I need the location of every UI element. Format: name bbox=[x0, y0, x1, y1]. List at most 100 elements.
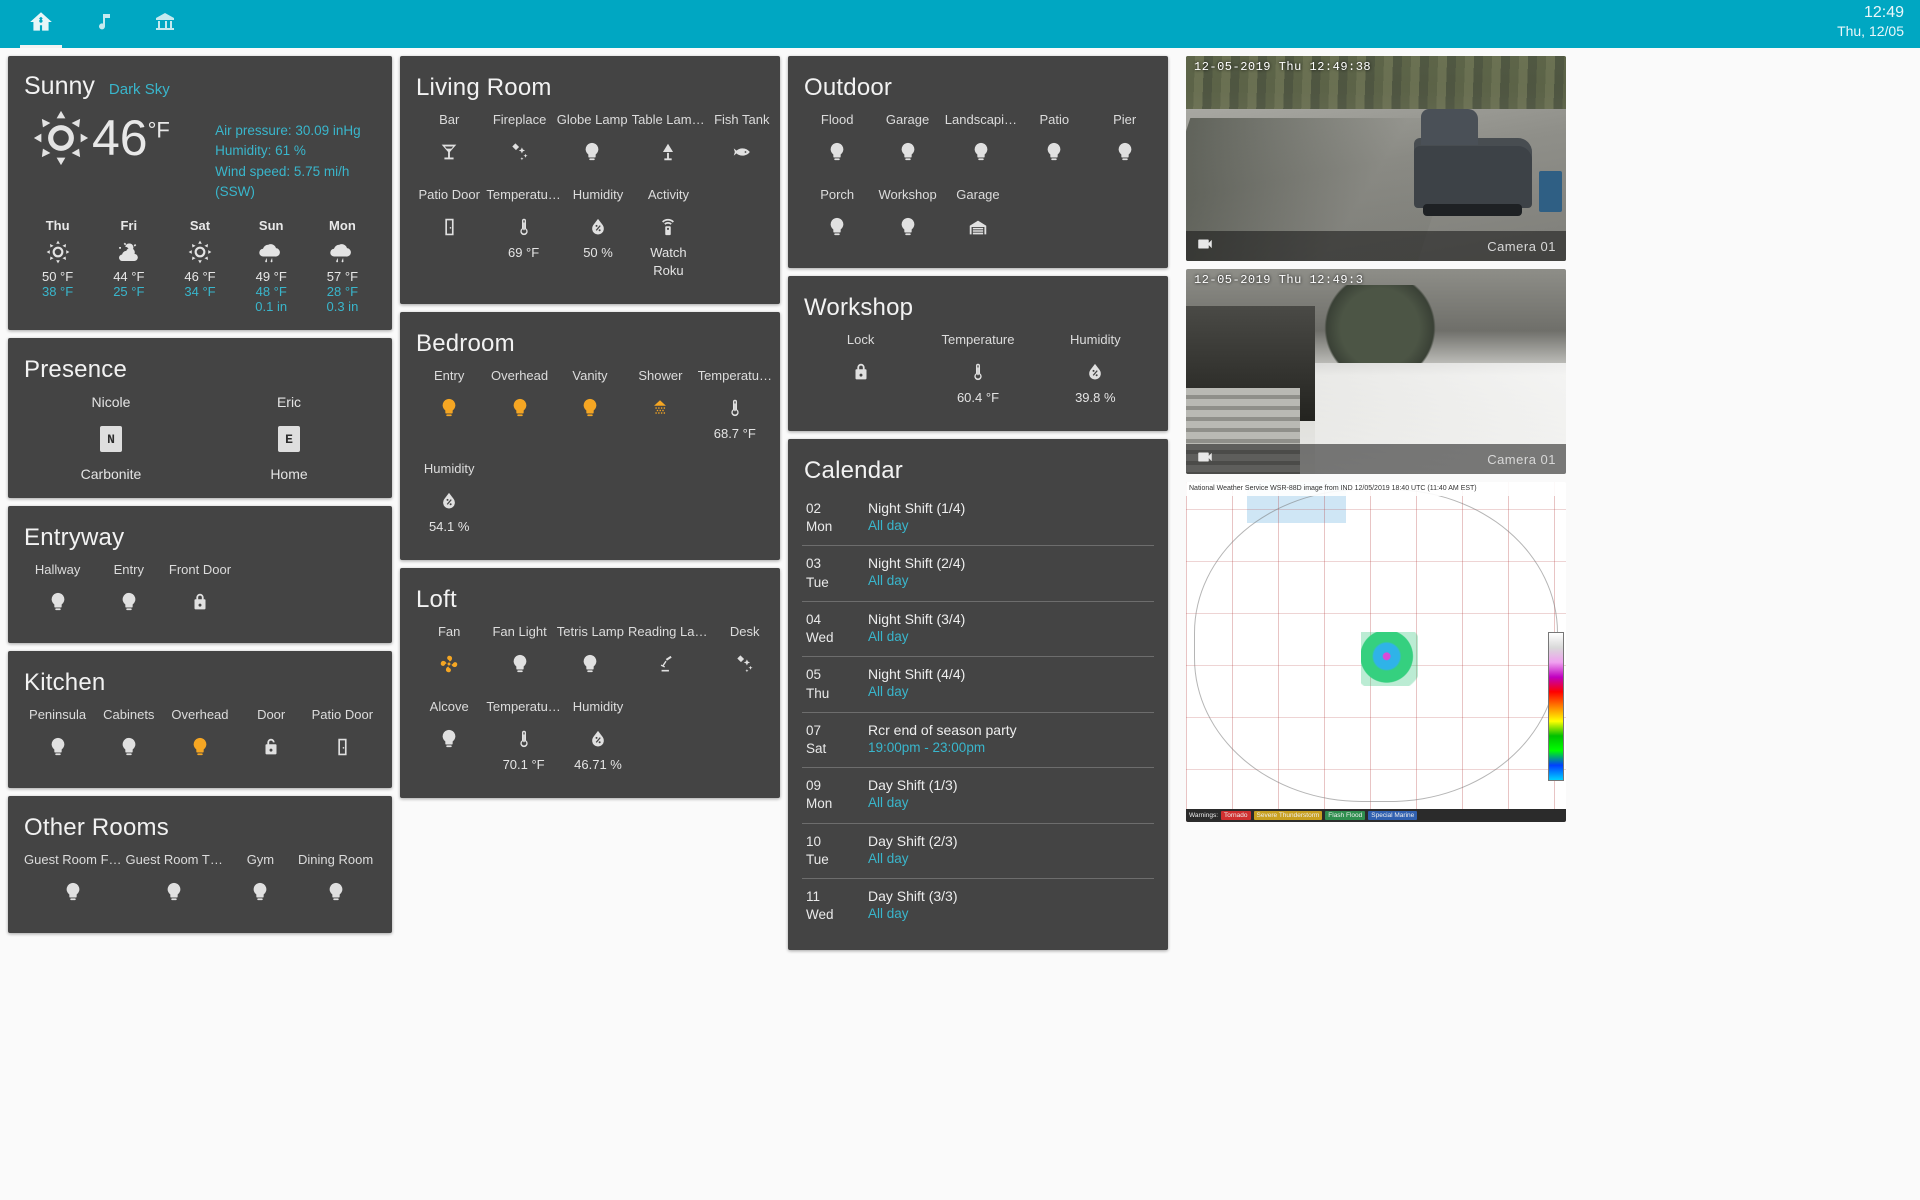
tab-home[interactable] bbox=[10, 0, 72, 48]
camera-feed-2[interactable]: 12-05-2019 Thu 12:49:3 Camera 01 bbox=[1186, 269, 1566, 474]
lightbulb-icon[interactable] bbox=[486, 391, 552, 425]
entity-globe-lamp[interactable]: Globe Lamp bbox=[555, 108, 630, 177]
desk-lamp-icon[interactable] bbox=[628, 647, 708, 681]
lightbulb-icon[interactable] bbox=[24, 875, 122, 909]
entity-desk[interactable]: Desk bbox=[709, 620, 779, 689]
entity-patio-door[interactable]: Patio Door bbox=[307, 703, 378, 772]
thermometer-icon[interactable] bbox=[486, 210, 560, 244]
entity-overhead[interactable]: Overhead bbox=[164, 703, 235, 772]
calendar-event[interactable]: 11 Wed Day Shift (3/3) All day bbox=[802, 879, 1154, 933]
entity-overhead[interactable]: Overhead bbox=[484, 364, 554, 451]
lightbulb-icon[interactable] bbox=[166, 730, 233, 764]
entity-vanity[interactable]: Vanity bbox=[555, 364, 625, 451]
entity-shower[interactable]: Shower bbox=[625, 364, 695, 451]
weather-radar-image[interactable]: National Weather Service WSR-88D image f… bbox=[1186, 482, 1566, 822]
garage-icon[interactable] bbox=[945, 210, 1011, 244]
avatar[interactable]: E bbox=[278, 426, 300, 452]
presence-person[interactable]: Eric E Home bbox=[200, 394, 378, 482]
calendar-event[interactable]: 09 Mon Day Shift (1/3) All day bbox=[802, 768, 1154, 824]
fire-icon[interactable] bbox=[486, 135, 552, 169]
lightbulb-icon[interactable] bbox=[874, 210, 940, 244]
lightbulb-icon[interactable] bbox=[298, 875, 373, 909]
entity-patio[interactable]: Patio bbox=[1019, 108, 1089, 177]
lightbulb-icon[interactable] bbox=[24, 730, 91, 764]
entity-temperatu[interactable]: Temperatu… 70.1 °F bbox=[484, 695, 562, 782]
entity-fan-light[interactable]: Fan Light bbox=[484, 620, 554, 689]
lock-open-icon[interactable] bbox=[238, 730, 305, 764]
lock-closed-icon[interactable] bbox=[804, 355, 917, 389]
entity-humidity[interactable]: Humidity 46.71 % bbox=[563, 695, 633, 782]
lightbulb-icon[interactable] bbox=[486, 647, 552, 681]
calendar-event[interactable]: 05 Thu Night Shift (4/4) All day bbox=[802, 657, 1154, 713]
entity-guest-room-f[interactable]: Guest Room F… bbox=[22, 848, 124, 917]
shower-icon[interactable] bbox=[627, 391, 693, 425]
entity-humidity[interactable]: Humidity 50 % bbox=[563, 183, 633, 288]
thermometer-icon[interactable] bbox=[921, 355, 1034, 389]
entity-bar[interactable]: Bar bbox=[414, 108, 484, 177]
lightbulb-icon[interactable] bbox=[557, 135, 628, 169]
calendar-event[interactable]: 03 Tue Night Shift (2/4) All day bbox=[802, 546, 1154, 602]
lightbulb-icon[interactable] bbox=[95, 585, 162, 619]
entity-temperatu[interactable]: Temperatu… 68.7 °F bbox=[696, 364, 774, 451]
lightbulb-icon[interactable] bbox=[1021, 135, 1087, 169]
entity-landscapi[interactable]: Landscapi… bbox=[943, 108, 1019, 177]
calendar-event[interactable]: 10 Tue Day Shift (2/3) All day bbox=[802, 824, 1154, 880]
video-icon[interactable] bbox=[1196, 235, 1214, 258]
avatar[interactable]: N bbox=[100, 426, 122, 452]
remote-icon[interactable] bbox=[635, 210, 701, 244]
entity-activity[interactable]: Activity Watch Roku bbox=[633, 183, 703, 288]
entity-fish-tank[interactable]: Fish Tank bbox=[707, 108, 777, 177]
entity-dining-room[interactable]: Dining Room bbox=[296, 848, 375, 917]
entity-humidity[interactable]: Humidity 54.1 % bbox=[414, 457, 484, 544]
entity-tetris-lamp[interactable]: Tetris Lamp bbox=[555, 620, 626, 689]
entity-front-door[interactable]: Front Door bbox=[164, 558, 235, 627]
lightbulb-icon[interactable] bbox=[126, 875, 223, 909]
calendar-event[interactable]: 07 Sat Rcr end of season party 19:00pm - 23… bbox=[802, 713, 1154, 769]
entity-peninsula[interactable]: Peninsula bbox=[22, 703, 93, 772]
entity-garage[interactable]: Garage bbox=[872, 108, 942, 177]
lightbulb-icon[interactable] bbox=[416, 391, 482, 425]
door-icon[interactable] bbox=[309, 730, 376, 764]
entity-porch[interactable]: Porch bbox=[802, 183, 872, 252]
entity-patio-door[interactable]: Patio Door bbox=[414, 183, 484, 288]
tab-music[interactable] bbox=[72, 0, 134, 48]
lightbulb-icon[interactable] bbox=[95, 730, 162, 764]
martini-icon[interactable] bbox=[416, 135, 482, 169]
entity-entry[interactable]: Entry bbox=[414, 364, 484, 451]
video-icon[interactable] bbox=[1196, 448, 1214, 471]
thermometer-icon[interactable] bbox=[698, 391, 772, 425]
entity-garage[interactable]: Garage bbox=[943, 183, 1013, 252]
entity-alcove[interactable]: Alcove bbox=[414, 695, 484, 782]
lightbulb-icon[interactable] bbox=[1091, 135, 1157, 169]
lamp-icon[interactable] bbox=[632, 135, 705, 169]
calendar-event[interactable]: 02 Mon Night Shift (1/4) All day bbox=[802, 491, 1154, 547]
camera-feed-1[interactable]: 12-05-2019 Thu 12:49:38 Camera 01 bbox=[1186, 56, 1566, 261]
fire-icon[interactable] bbox=[711, 647, 777, 681]
lightbulb-icon[interactable] bbox=[416, 722, 482, 756]
calendar-event[interactable]: 04 Wed Night Shift (3/4) All day bbox=[802, 602, 1154, 658]
entity-hallway[interactable]: Hallway bbox=[22, 558, 93, 627]
tab-house[interactable] bbox=[134, 0, 196, 48]
lightbulb-icon[interactable] bbox=[945, 135, 1017, 169]
lightbulb-icon[interactable] bbox=[804, 135, 870, 169]
entity-temperature[interactable]: Temperature 60.4 °F bbox=[919, 328, 1036, 415]
water-percent-icon[interactable] bbox=[565, 722, 631, 756]
lightbulb-icon[interactable] bbox=[557, 391, 623, 425]
lock-closed-icon[interactable] bbox=[166, 585, 233, 619]
entity-gym[interactable]: Gym bbox=[225, 848, 296, 917]
entity-pier[interactable]: Pier bbox=[1089, 108, 1159, 177]
entity-temperatu[interactable]: Temperatu… 69 °F bbox=[484, 183, 562, 288]
water-percent-icon[interactable] bbox=[565, 210, 631, 244]
entity-table-lam[interactable]: Table Lam… bbox=[630, 108, 707, 177]
door-icon[interactable] bbox=[416, 210, 482, 244]
entity-fireplace[interactable]: Fireplace bbox=[484, 108, 554, 177]
fan-icon[interactable] bbox=[416, 647, 482, 681]
water-percent-icon[interactable] bbox=[1039, 355, 1152, 389]
water-percent-icon[interactable] bbox=[416, 484, 482, 518]
entity-guest-room-t[interactable]: Guest Room T… bbox=[124, 848, 225, 917]
lightbulb-icon[interactable] bbox=[24, 585, 91, 619]
lightbulb-icon[interactable] bbox=[557, 647, 624, 681]
entity-humidity[interactable]: Humidity 39.8 % bbox=[1037, 328, 1154, 415]
entity-cabinets[interactable]: Cabinets bbox=[93, 703, 164, 772]
fish-icon[interactable] bbox=[709, 135, 775, 169]
